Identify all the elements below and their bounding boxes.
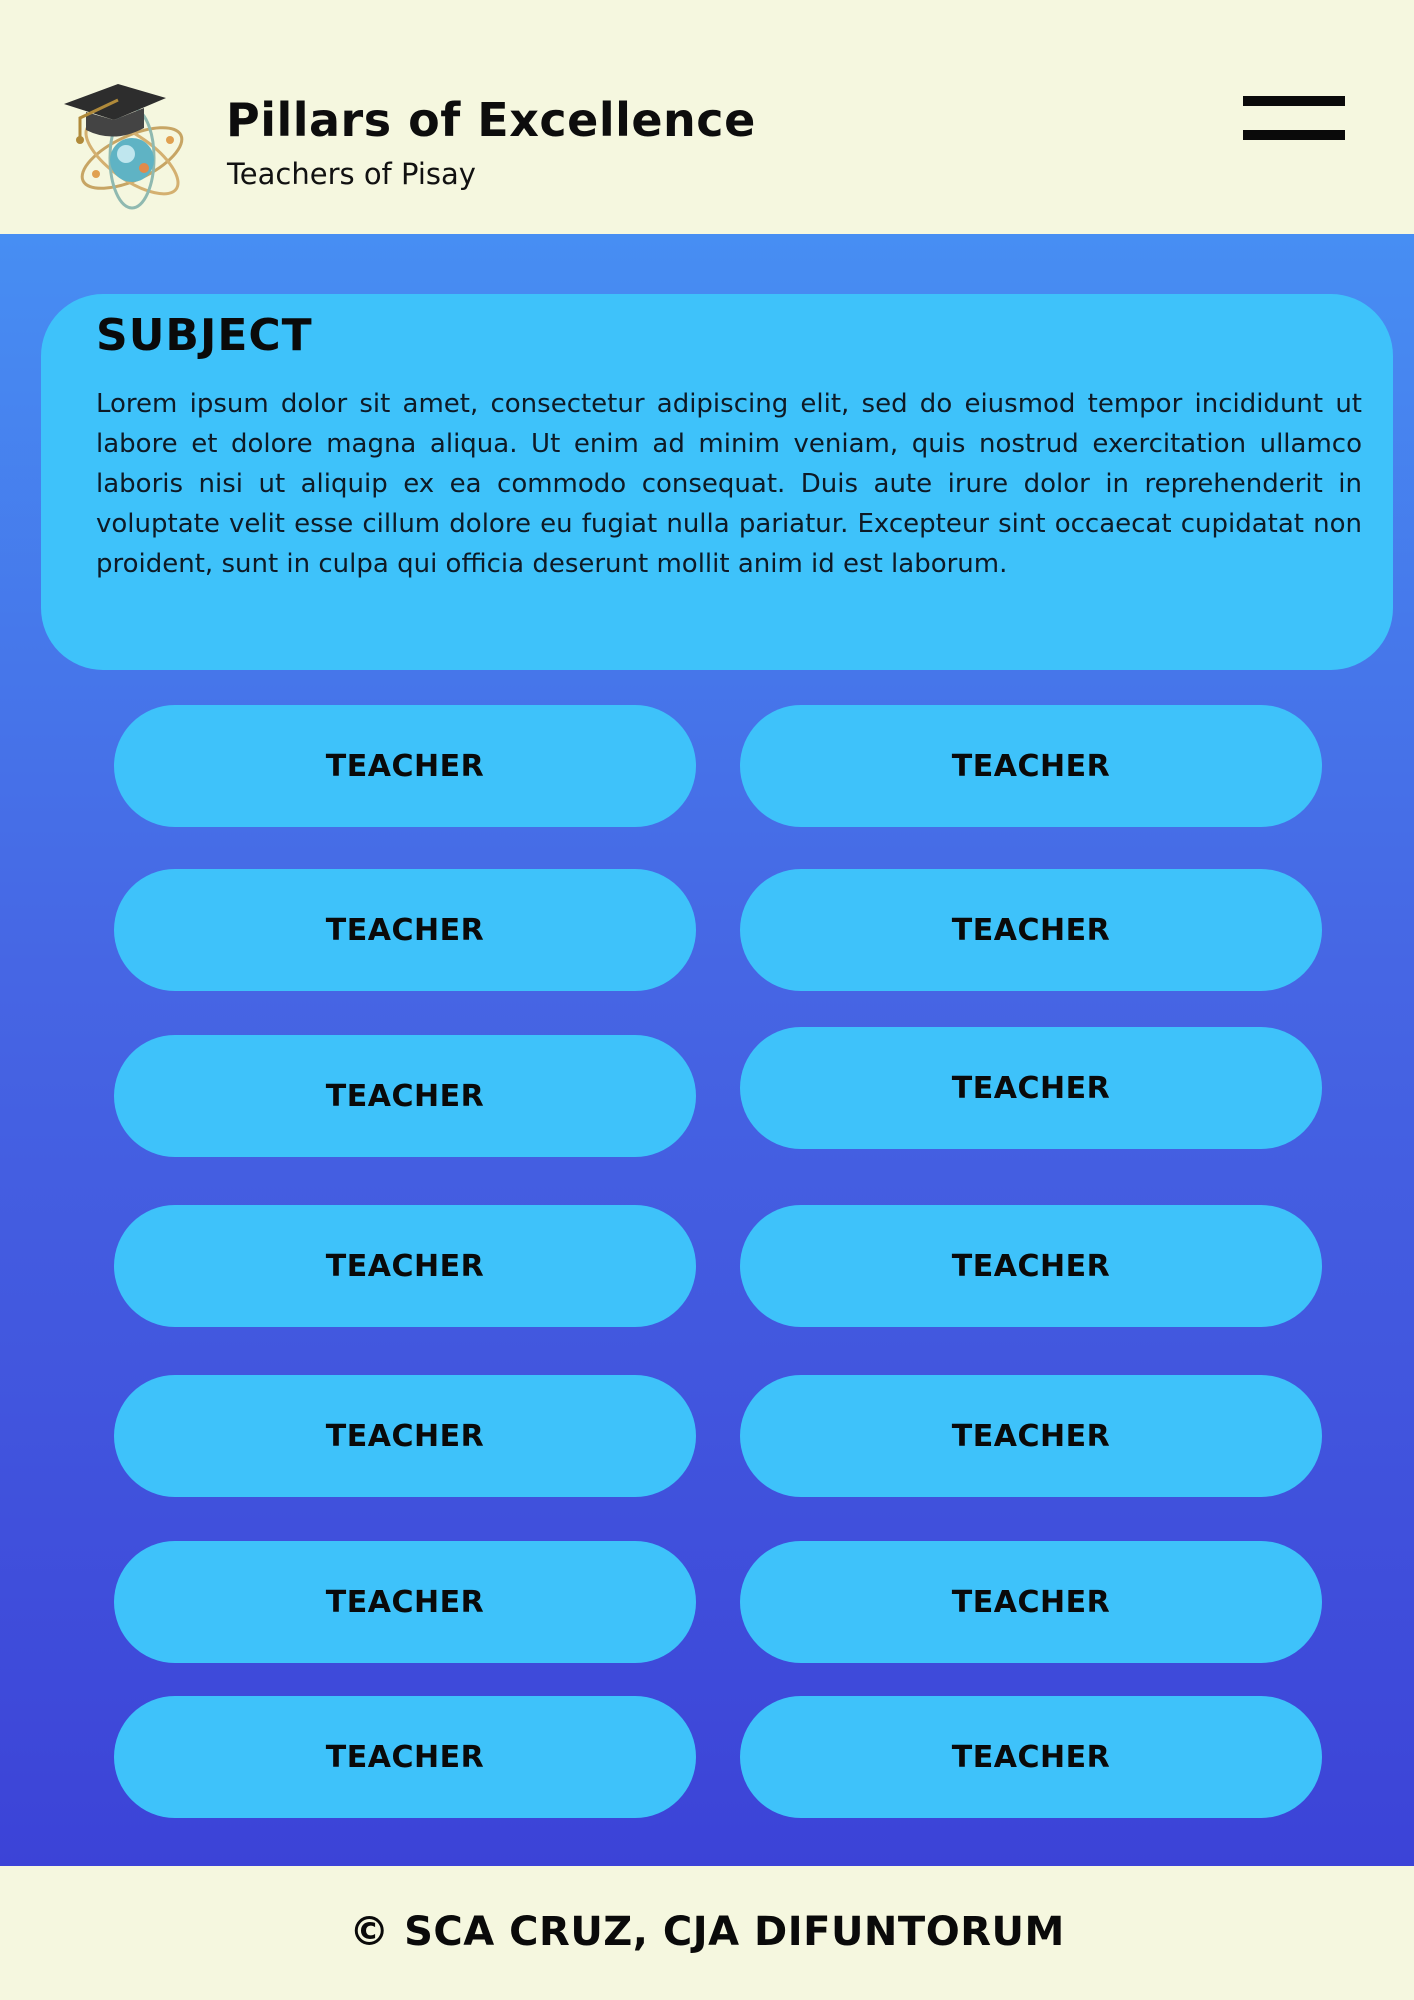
teacher-button[interactable]: TEACHER <box>114 1375 696 1497</box>
teacher-button-label: TEACHER <box>325 1248 485 1284</box>
teacher-button[interactable]: TEACHER <box>114 869 696 991</box>
site-header: Pillars of Excellence Teachers of Pisay <box>0 0 1414 234</box>
teacher-button[interactable]: TEACHER <box>740 1696 1322 1818</box>
teacher-button[interactable]: TEACHER <box>740 1027 1322 1149</box>
subject-description: Lorem ipsum dolor sit amet, consectetur … <box>96 389 1362 579</box>
teacher-button-label: TEACHER <box>325 748 485 784</box>
teacher-button-label: TEACHER <box>325 1078 485 1114</box>
teacher-button[interactable]: TEACHER <box>740 705 1322 827</box>
subject-title: SUBJECT <box>96 310 313 361</box>
teacher-button-label: TEACHER <box>951 1418 1111 1454</box>
main-content: SUBJECT Lorem ipsum dolor sit amet, cons… <box>0 234 1414 1866</box>
teacher-button[interactable]: TEACHER <box>740 1541 1322 1663</box>
site-title: Pillars of Excellence <box>226 93 756 147</box>
teacher-button-label: TEACHER <box>325 1739 485 1775</box>
teacher-button-label: TEACHER <box>951 912 1111 948</box>
teacher-button-label: TEACHER <box>951 1584 1111 1620</box>
teacher-button[interactable]: TEACHER <box>740 869 1322 991</box>
menu-icon-bar <box>1243 130 1345 140</box>
graduation-cap-atom-icon <box>60 78 210 212</box>
teacher-button-label: TEACHER <box>951 1070 1111 1106</box>
teacher-button[interactable]: TEACHER <box>740 1205 1322 1327</box>
site-footer: © SCA CRUZ, CJA DIFUNTORUM <box>0 1866 1414 2000</box>
teacher-button[interactable]: TEACHER <box>114 705 696 827</box>
copyright-text: © SCA CRUZ, CJA DIFUNTORUM <box>349 1909 1065 1955</box>
teacher-button-label: TEACHER <box>325 1418 485 1454</box>
teacher-button[interactable]: TEACHER <box>114 1205 696 1327</box>
teacher-button-label: TEACHER <box>951 748 1111 784</box>
site-subtitle: Teachers of Pisay <box>227 157 476 191</box>
teacher-button-label: TEACHER <box>325 912 485 948</box>
menu-icon <box>1243 96 1345 106</box>
teacher-button-label: TEACHER <box>951 1739 1111 1775</box>
menu-button[interactable] <box>1243 94 1345 144</box>
teacher-button[interactable]: TEACHER <box>114 1035 696 1157</box>
teacher-button[interactable]: TEACHER <box>740 1375 1322 1497</box>
teacher-button-label: TEACHER <box>951 1248 1111 1284</box>
teacher-button[interactable]: TEACHER <box>114 1696 696 1818</box>
teacher-button-label: TEACHER <box>325 1584 485 1620</box>
subject-card: SUBJECT Lorem ipsum dolor sit amet, cons… <box>41 294 1393 670</box>
teacher-button[interactable]: TEACHER <box>114 1541 696 1663</box>
